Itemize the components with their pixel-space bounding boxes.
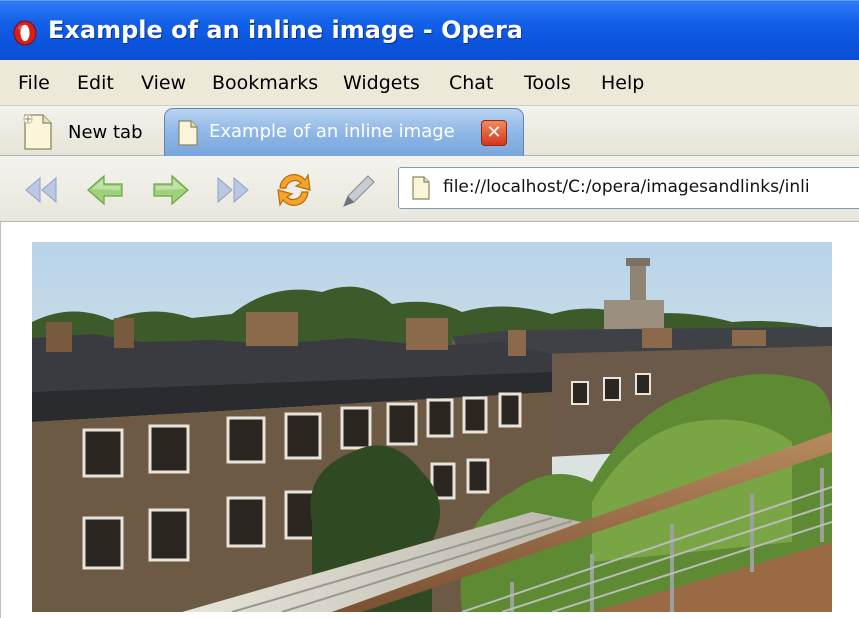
menu-help[interactable]: Help (601, 72, 644, 94)
menu-file[interactable]: File (18, 72, 50, 94)
address-bar[interactable]: file://localhost/C:/opera/imagesandlinks… (398, 167, 859, 209)
menu-bookmarks[interactable]: Bookmarks (212, 72, 318, 94)
tab-label: Example of an inline image (209, 121, 455, 142)
close-tab-button[interactable]: ✕ (481, 120, 507, 146)
fast-forward-icon[interactable] (210, 168, 254, 212)
tab-label: New tab (68, 122, 143, 143)
close-icon: ✕ (486, 122, 502, 143)
tab-new-tab[interactable]: New tab (14, 110, 162, 154)
tab-bar: New tab Example of an inline image ✕ (0, 106, 859, 156)
menu-widgets[interactable]: Widgets (343, 72, 420, 94)
menu-view[interactable]: View (141, 72, 186, 94)
rewind-icon[interactable] (20, 168, 64, 212)
edit-icon[interactable] (336, 168, 380, 212)
window-title: Example of an inline image - Opera (48, 16, 523, 44)
back-icon[interactable] (84, 168, 128, 212)
navigation-toolbar: file://localhost/C:/opera/imagesandlinks… (0, 156, 859, 222)
address-text: file://localhost/C:/opera/imagesandlinks… (443, 177, 810, 197)
forward-icon[interactable] (148, 168, 192, 212)
reload-icon[interactable] (272, 168, 316, 212)
menu-tools[interactable]: Tools (524, 72, 571, 94)
photo-of-terraced-houses-from-balcony (32, 242, 832, 612)
title-bar[interactable]: Example of an inline image - Opera (0, 0, 859, 60)
page-content (0, 222, 859, 618)
menu-edit[interactable]: Edit (77, 72, 114, 94)
page-icon (23, 114, 52, 150)
page-icon (412, 176, 430, 200)
menu-chat[interactable]: Chat (449, 72, 493, 94)
tab-example-inline-image[interactable]: Example of an inline image ✕ (164, 108, 524, 156)
menu-bar: File Edit View Bookmarks Widgets Chat To… (0, 60, 859, 106)
page-icon (178, 120, 198, 146)
opera-logo-icon (13, 20, 37, 46)
